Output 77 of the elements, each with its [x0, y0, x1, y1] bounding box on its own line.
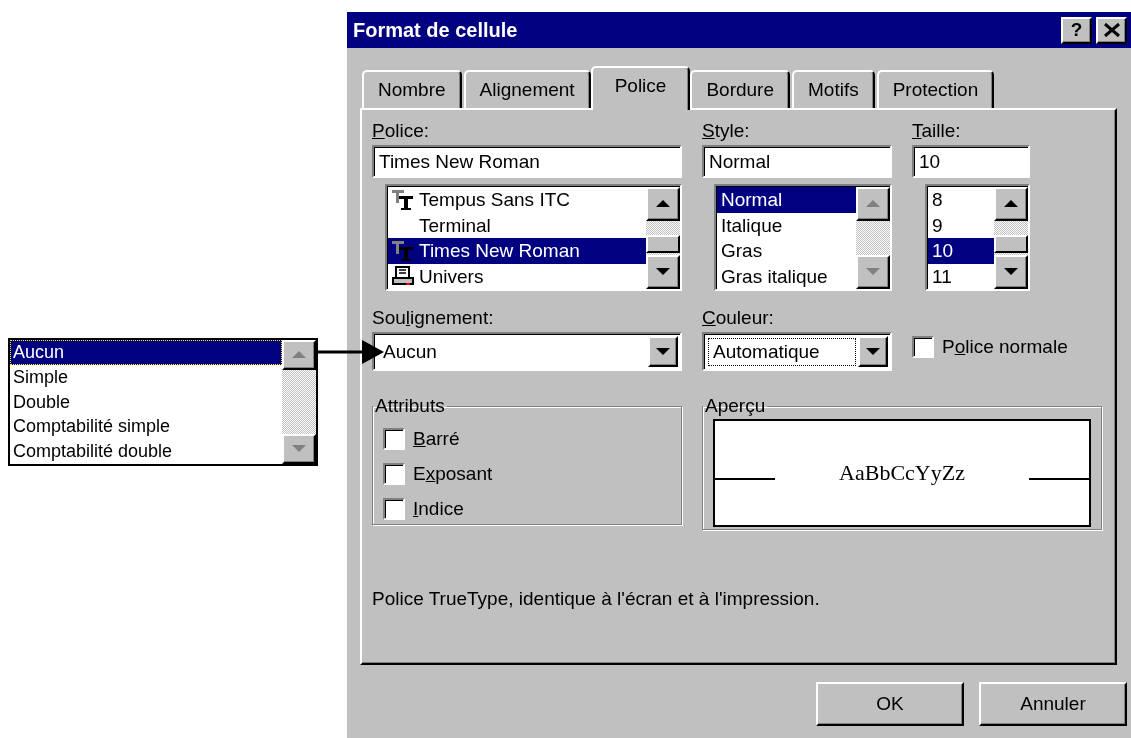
text-field[interactable]: Normal	[702, 145, 892, 178]
list-item[interactable]: Normal	[717, 187, 856, 213]
tab[interactable]: Alignement	[463, 70, 591, 108]
group-title: Aperçu	[704, 395, 767, 417]
help-button[interactable]: ?	[1061, 16, 1092, 44]
tab[interactable]: Police	[590, 66, 691, 110]
scroll-down-button[interactable]	[282, 434, 316, 464]
down-triangle-icon	[656, 347, 670, 356]
text-field[interactable]: Times New Roman	[372, 145, 682, 178]
list-item[interactable]: Double	[10, 389, 282, 415]
list-item[interactable]: 8	[928, 187, 994, 213]
scroll-down-button[interactable]	[646, 255, 680, 289]
checkbox[interactable]	[912, 335, 934, 358]
down-triangle-icon	[866, 347, 880, 356]
description-text: Police TrueType, identique à l'écran et à l'impression.	[372, 588, 821, 610]
checkbox-label: Barré	[413, 427, 460, 450]
checkbox[interactable]	[383, 497, 405, 520]
checkbox-label: Indice	[413, 497, 464, 520]
list-item[interactable]: Tempus Sans ITC	[388, 187, 646, 213]
down-triangle-icon	[292, 445, 306, 453]
tab[interactable]: Motifs	[792, 70, 875, 108]
dropdown[interactable]: Automatique	[702, 332, 892, 371]
list-item[interactable]: Univers	[388, 263, 646, 289]
dropdown-button[interactable]	[858, 336, 888, 367]
scroll-up-button[interactable]	[646, 187, 680, 221]
tab[interactable]: Protection	[876, 70, 995, 108]
scrollbar[interactable]	[856, 187, 890, 289]
scroll-down-button[interactable]	[994, 255, 1028, 289]
list-item[interactable]: Terminal	[388, 212, 646, 238]
checkbox[interactable]	[383, 427, 405, 450]
field-label: Taille:	[912, 119, 962, 143]
tab[interactable]: Nombre	[362, 70, 462, 108]
preview-text: AaBbCcYyZz	[838, 460, 966, 486]
list-item[interactable]: 11	[928, 263, 994, 289]
scroll-up-button[interactable]	[994, 187, 1028, 221]
down-triangle-icon	[1004, 268, 1018, 276]
text-field[interactable]: 10	[912, 145, 1030, 178]
checkbox-label: Exposant	[413, 462, 493, 485]
down-triangle-icon	[866, 268, 880, 276]
list-item[interactable]: Comptabilité simple	[10, 414, 282, 440]
scrollbar[interactable]	[994, 187, 1028, 289]
field-label: Soulignement:	[372, 306, 495, 330]
list-item[interactable]: Comptabilité double	[10, 439, 282, 464]
scroll-thumb[interactable]	[646, 235, 680, 253]
list-item[interactable]: Times New Roman	[388, 238, 646, 264]
dropdown-button[interactable]	[648, 336, 678, 367]
checkbox-label: Police normale	[942, 335, 1068, 358]
list-item[interactable]: Italique	[717, 212, 856, 238]
cancel-button[interactable]: Annuler	[979, 682, 1127, 726]
up-triangle-icon	[292, 351, 306, 359]
scroll-up-button[interactable]	[856, 187, 890, 221]
close-icon	[1103, 23, 1120, 37]
checkbox[interactable]	[383, 462, 405, 485]
scrollbar[interactable]	[282, 340, 316, 464]
dropdown[interactable]: Aucun	[372, 332, 682, 371]
list-item[interactable]: 9	[928, 212, 994, 238]
list-item[interactable]: 10	[928, 238, 994, 264]
list-item[interactable]: Aucun	[10, 340, 282, 365]
tab[interactable]: Bordure	[690, 70, 790, 108]
down-triangle-icon	[656, 268, 670, 276]
truetype-icon	[392, 189, 414, 210]
close-button[interactable]	[1096, 16, 1127, 44]
printer-icon	[392, 266, 414, 287]
field-label: Couleur:	[702, 306, 775, 330]
scroll-up-button[interactable]	[282, 340, 316, 370]
list-item[interactable]: Gras	[717, 238, 856, 264]
field-label: Police:	[372, 119, 431, 143]
group-title: Attributs	[374, 395, 446, 417]
list-item[interactable]: Gras italique	[717, 263, 856, 289]
scroll-down-button[interactable]	[856, 255, 890, 289]
ok-button[interactable]: OK	[816, 682, 964, 726]
list-item[interactable]: Simple	[10, 364, 282, 390]
truetype-icon	[392, 240, 414, 261]
field-label: Style:	[702, 119, 751, 143]
scroll-thumb[interactable]	[994, 235, 1028, 253]
window-title: Format de cellule	[353, 18, 519, 42]
scrollbar[interactable]	[646, 187, 680, 289]
